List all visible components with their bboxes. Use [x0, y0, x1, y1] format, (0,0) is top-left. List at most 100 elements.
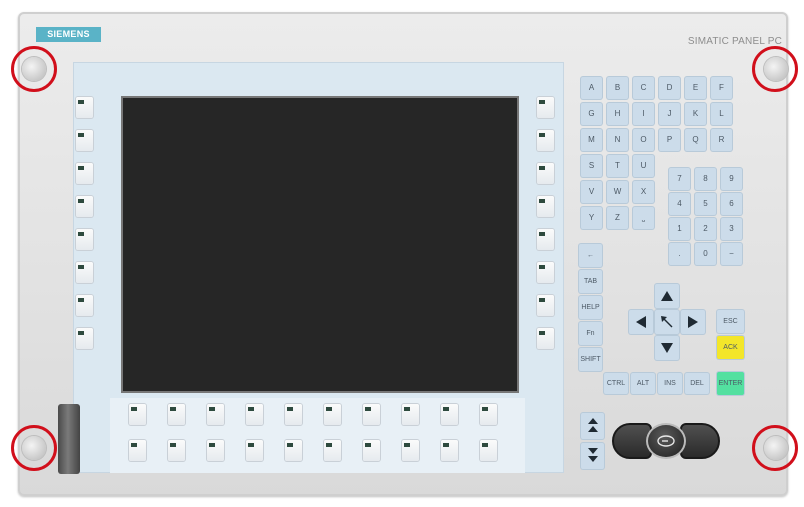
key-dot[interactable]: .: [669, 243, 690, 265]
softkey-bottom[interactable]: [363, 440, 380, 461]
softkey-right[interactable]: [537, 97, 554, 118]
softkey-right[interactable]: [537, 229, 554, 250]
softkey-bottom[interactable]: [324, 440, 341, 461]
key-a[interactable]: A: [581, 77, 602, 99]
key-p[interactable]: P: [659, 129, 680, 151]
del-key[interactable]: DEL: [685, 373, 709, 394]
key-t[interactable]: T: [607, 155, 628, 177]
key-x[interactable]: X: [633, 181, 654, 203]
softkey-right[interactable]: [537, 130, 554, 151]
home-arrow-icon[interactable]: [655, 310, 679, 334]
key-2[interactable]: 2: [695, 218, 716, 240]
key-6[interactable]: 6: [721, 193, 742, 215]
esc-key[interactable]: ESC: [717, 310, 744, 333]
fn-key[interactable]: Fn: [579, 322, 602, 345]
softkey-bottom[interactable]: [324, 404, 341, 425]
softkey-bottom[interactable]: [285, 404, 302, 425]
key-g[interactable]: G: [581, 103, 602, 125]
key-5[interactable]: 5: [695, 193, 716, 215]
right-mouse-button[interactable]: [680, 423, 720, 459]
softkey-left[interactable]: [76, 295, 93, 316]
key-d[interactable]: D: [659, 77, 680, 99]
page-up-icon[interactable]: [581, 413, 604, 439]
usb-cover-handle[interactable]: [58, 404, 80, 474]
down-arrow-icon[interactable]: [655, 336, 679, 360]
page-down-icon[interactable]: [581, 443, 604, 469]
softkey-right[interactable]: [537, 262, 554, 283]
softkey-left[interactable]: [76, 196, 93, 217]
softkey-bottom[interactable]: [129, 440, 146, 461]
softkey-bottom[interactable]: [363, 404, 380, 425]
key-q[interactable]: Q: [685, 129, 706, 151]
led-icon: [326, 407, 332, 411]
ack-key[interactable]: ACK: [717, 336, 744, 359]
right-arrow-icon[interactable]: [681, 310, 705, 334]
softkey-left[interactable]: [76, 328, 93, 349]
softkey-right[interactable]: [537, 196, 554, 217]
ctrl-key[interactable]: CTRL: [604, 373, 628, 394]
softkey-bottom[interactable]: [480, 404, 497, 425]
key-4[interactable]: 4: [669, 193, 690, 215]
key-u[interactable]: U: [633, 155, 654, 177]
key-0[interactable]: 0: [695, 243, 716, 265]
softkey-bottom[interactable]: [129, 404, 146, 425]
up-arrow-icon[interactable]: [655, 284, 679, 308]
key-w[interactable]: W: [607, 181, 628, 203]
display-screen[interactable]: [121, 96, 519, 393]
key-r[interactable]: R: [711, 129, 732, 151]
key-b[interactable]: B: [607, 77, 628, 99]
tab-key[interactable]: TAB: [579, 270, 602, 293]
softkey-bottom[interactable]: [402, 440, 419, 461]
softkey-left[interactable]: [76, 229, 93, 250]
softkey-bottom[interactable]: [246, 440, 263, 461]
enter-key[interactable]: ENTER: [717, 372, 744, 395]
key-j[interactable]: J: [659, 103, 680, 125]
help-key[interactable]: HELP: [579, 296, 602, 319]
softkey-bottom[interactable]: [285, 440, 302, 461]
key-n[interactable]: N: [607, 129, 628, 151]
softkey-left[interactable]: [76, 163, 93, 184]
softkey-right[interactable]: [537, 163, 554, 184]
led-icon: [365, 443, 371, 447]
softkey-right[interactable]: [537, 295, 554, 316]
key-i[interactable]: I: [633, 103, 654, 125]
key-y[interactable]: Y: [581, 207, 602, 229]
left-arrow-icon[interactable]: [629, 310, 653, 334]
softkey-bottom[interactable]: [441, 440, 458, 461]
softkey-bottom[interactable]: [168, 440, 185, 461]
key-o[interactable]: O: [633, 129, 654, 151]
shift-key[interactable]: SHIFT: [579, 348, 602, 371]
key-m[interactable]: M: [581, 129, 602, 151]
key-h[interactable]: H: [607, 103, 628, 125]
softkey-bottom[interactable]: [207, 404, 224, 425]
alt-key[interactable]: ALT: [631, 373, 655, 394]
softkey-bottom[interactable]: [441, 404, 458, 425]
softkey-bottom[interactable]: [480, 440, 497, 461]
ins-key[interactable]: INS: [658, 373, 682, 394]
softkey-left[interactable]: [76, 262, 93, 283]
key-z[interactable]: Z: [607, 207, 628, 229]
key-k[interactable]: K: [685, 103, 706, 125]
softkey-bottom[interactable]: [402, 404, 419, 425]
key-l[interactable]: L: [711, 103, 732, 125]
key-v[interactable]: V: [581, 181, 602, 203]
key-7[interactable]: 7: [669, 168, 690, 190]
key-c[interactable]: C: [633, 77, 654, 99]
key-e[interactable]: E: [685, 77, 706, 99]
softkey-bottom[interactable]: [207, 440, 224, 461]
key-s[interactable]: S: [581, 155, 602, 177]
key-1[interactable]: 1: [669, 218, 690, 240]
key-space[interactable]: ⎵: [633, 207, 654, 229]
key-8[interactable]: 8: [695, 168, 716, 190]
softkey-bottom[interactable]: [168, 404, 185, 425]
key-3[interactable]: 3: [721, 218, 742, 240]
backspace-key[interactable]: ←: [579, 244, 602, 267]
softkey-left[interactable]: [76, 130, 93, 151]
key-9[interactable]: 9: [721, 168, 742, 190]
key-f[interactable]: F: [711, 77, 732, 99]
softkey-bottom[interactable]: [246, 404, 263, 425]
softkey-left[interactable]: [76, 97, 93, 118]
key-minus[interactable]: −: [721, 243, 742, 265]
mouse-button-icon[interactable]: [646, 423, 686, 459]
softkey-right[interactable]: [537, 328, 554, 349]
